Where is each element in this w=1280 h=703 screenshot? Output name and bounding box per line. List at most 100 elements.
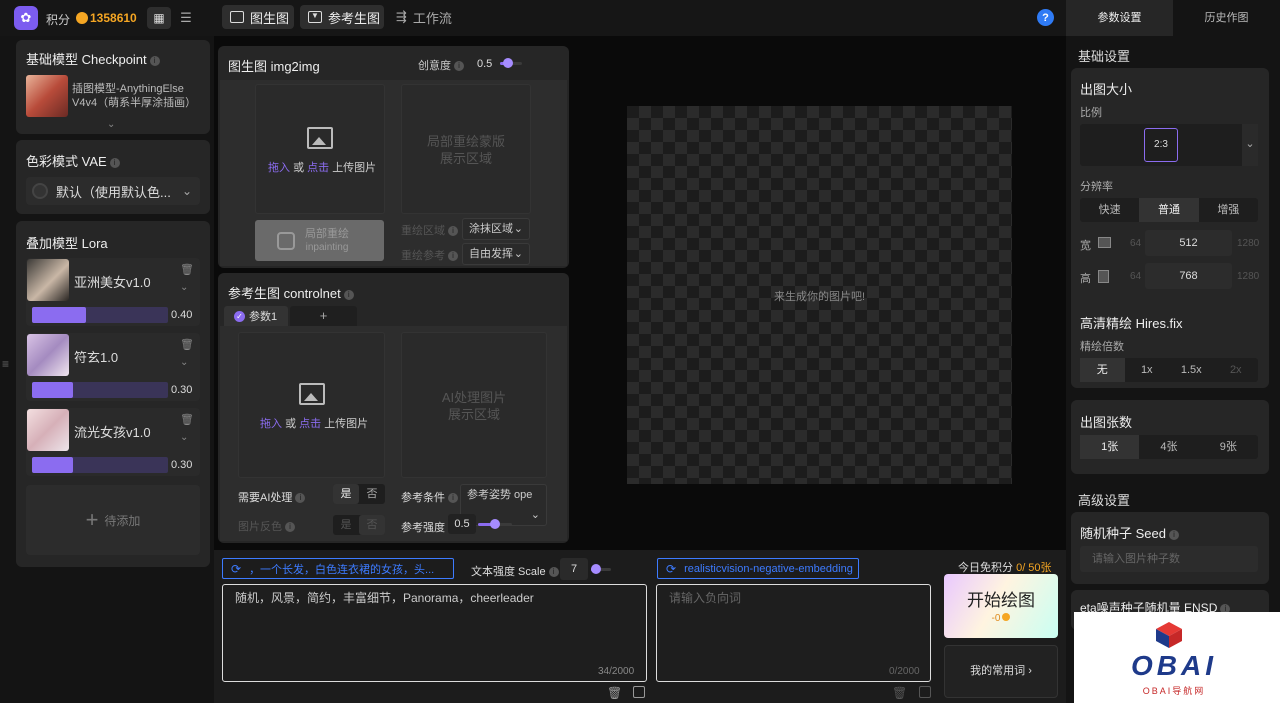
width-input[interactable]: 512: [1145, 230, 1232, 256]
save-icon[interactable]: [919, 686, 931, 698]
prompt-tag[interactable]: ⟳ ，一个长发，白色连衣裙的女孩，头...: [222, 558, 454, 579]
strength-label: 参考强度: [401, 522, 445, 534]
add-lora-label: 待添加: [104, 513, 141, 528]
trash-icon[interactable]: 🗑: [180, 263, 194, 276]
right-tab-history[interactable]: 历史作图: [1173, 0, 1280, 36]
count-selector[interactable]: 1张 4张 9张: [1080, 435, 1258, 459]
seed-input[interactable]: 请输入图片种子数: [1080, 546, 1258, 572]
count-option[interactable]: 9张: [1199, 435, 1258, 459]
negative-tag-text: realisticvision-negative-embedding: [684, 562, 853, 575]
lora-thumbnail: [27, 409, 69, 451]
yes-option[interactable]: 是: [333, 515, 359, 535]
lora-name: 亚洲美女v1.0: [74, 275, 151, 290]
tab-workflow[interactable]: ⇶ 工作流: [392, 5, 464, 29]
inpainting-button[interactable]: 局部重绘 inpainting: [255, 220, 384, 261]
image-placeholder-icon: [307, 127, 333, 149]
trash-icon[interactable]: 🗑: [607, 686, 622, 700]
count-option[interactable]: 1张: [1080, 435, 1140, 459]
controlnet-upload-area[interactable]: [238, 332, 385, 478]
hires-option[interactable]: 1x: [1125, 358, 1170, 382]
controlnet-tab-add[interactable]: +: [290, 306, 357, 326]
scale-value-box[interactable]: 7: [560, 558, 588, 580]
grid-view-button[interactable]: ▦: [147, 7, 171, 29]
chevron-down-icon[interactable]: ⌄: [180, 357, 188, 368]
ratio-option-selected[interactable]: 2:3: [1144, 128, 1178, 162]
hires-selector[interactable]: 无 1x 1.5x 2x: [1080, 358, 1258, 382]
trash-icon[interactable]: 🗑: [180, 338, 194, 351]
lora-name: 符玄1.0: [74, 350, 119, 365]
chevron-down-icon[interactable]: ⌄: [107, 119, 115, 130]
info-icon: i: [548, 567, 559, 578]
collapse-handle[interactable]: ≡: [2, 358, 9, 370]
generate-label: 开始绘图: [967, 591, 1035, 610]
save-icon[interactable]: [633, 686, 645, 698]
help-icon[interactable]: ?: [1037, 9, 1054, 26]
resolution-selector[interactable]: 快速 普通 增强: [1080, 198, 1258, 222]
generate-cost: -0: [944, 613, 1058, 624]
need-ai-label: 需要AI处理 i: [238, 489, 306, 505]
hires-option[interactable]: 1.5x: [1169, 358, 1214, 382]
refresh-icon: ⟳: [666, 561, 677, 576]
app-logo: ✿: [14, 6, 38, 30]
resolution-option[interactable]: 普通: [1139, 198, 1199, 222]
trash-icon[interactable]: 🗑: [892, 686, 907, 700]
generate-button[interactable]: 开始绘图 -0: [944, 574, 1058, 638]
invert-toggle[interactable]: 是 否: [333, 515, 385, 535]
ai-preview-area: AI处理图片 展示区域: [401, 332, 547, 478]
prompt-textarea[interactable]: 随机，风景，简约，丰富细节，Panorama，cheerleader: [222, 584, 647, 682]
size-title: 出图大小: [1080, 82, 1133, 97]
chevron-down-icon[interactable]: ⌄: [1242, 124, 1258, 166]
lora-weight-bar[interactable]: [32, 457, 168, 473]
count-option[interactable]: 4张: [1139, 435, 1198, 459]
tab-img2img[interactable]: 图生图: [222, 5, 294, 29]
negative-tag[interactable]: ⟳ realisticvision-negative-embedding: [657, 558, 859, 579]
no-option[interactable]: 否: [359, 484, 385, 504]
inpaint-sub: inpainting: [305, 241, 349, 253]
vae-select[interactable]: 默认（使用默认色... ⌄: [26, 177, 200, 205]
list-view-button[interactable]: ☰: [174, 7, 198, 29]
lora-weight-fill: [32, 307, 87, 323]
yes-option[interactable]: 是: [333, 484, 359, 504]
right-tab-params[interactable]: 参数设置: [1066, 0, 1173, 36]
strength-value-box[interactable]: 0.5: [448, 514, 476, 534]
vae-value: 默认（使用默认色...: [56, 184, 171, 200]
slider-knob[interactable]: [591, 564, 601, 574]
chevron-down-icon[interactable]: ⌄: [180, 282, 188, 293]
inpaint-label: 局部重绘: [305, 227, 349, 240]
scale-slider[interactable]: [591, 564, 611, 574]
trash-icon[interactable]: 🗑: [180, 413, 194, 426]
img2img-upload-area[interactable]: [255, 84, 385, 214]
slider-knob[interactable]: [503, 58, 513, 68]
slider-knob[interactable]: [490, 519, 500, 529]
hires-option[interactable]: 2x: [1214, 358, 1259, 382]
chevron-down-icon[interactable]: ⌄: [180, 432, 188, 443]
plus-icon: +: [85, 507, 99, 532]
need-ai-toggle[interactable]: 是 否: [333, 484, 385, 504]
tab-label: 工作流: [412, 10, 452, 26]
add-lora-button[interactable]: + 待添加: [26, 485, 200, 555]
height-icon: [1098, 270, 1109, 283]
negative-count: 0/2000: [889, 666, 920, 677]
cube-icon: [1156, 622, 1182, 648]
resolution-option[interactable]: 增强: [1199, 198, 1258, 222]
resolution-option[interactable]: 快速: [1080, 198, 1139, 222]
checkpoint-thumbnail[interactable]: [26, 75, 68, 117]
checkpoint-model-name[interactable]: 插图模型-AnythingElse V4v4（萌系半厚涂插画）: [72, 82, 200, 110]
lora-weight-bar[interactable]: [32, 307, 168, 323]
prompt-text: 随机，风景，简约，丰富细节，Panorama，cheerleader: [235, 591, 534, 605]
height-input[interactable]: 768: [1145, 263, 1232, 289]
controlnet-tab-param1[interactable]: ✓ 参数1: [224, 306, 288, 326]
lora-title: 叠加模型 Lora: [26, 236, 108, 251]
image-icon: [230, 11, 244, 23]
lora-weight-bar[interactable]: [32, 382, 168, 398]
common-words-button[interactable]: 我的常用词 ›: [944, 645, 1058, 698]
redraw-area-select[interactable]: 涂抹区域 ⌄: [462, 218, 530, 240]
info-icon: i: [343, 289, 354, 300]
creativity-slider[interactable]: [500, 58, 522, 68]
no-option[interactable]: 否: [359, 515, 385, 535]
strength-slider[interactable]: [478, 519, 512, 529]
redraw-ref-select[interactable]: 自由发挥 ⌄: [462, 243, 530, 265]
tab-controlnet[interactable]: ▼ 参考生图: [300, 5, 384, 29]
hires-option[interactable]: 无: [1080, 358, 1125, 382]
width-max: 1280: [1237, 238, 1260, 249]
